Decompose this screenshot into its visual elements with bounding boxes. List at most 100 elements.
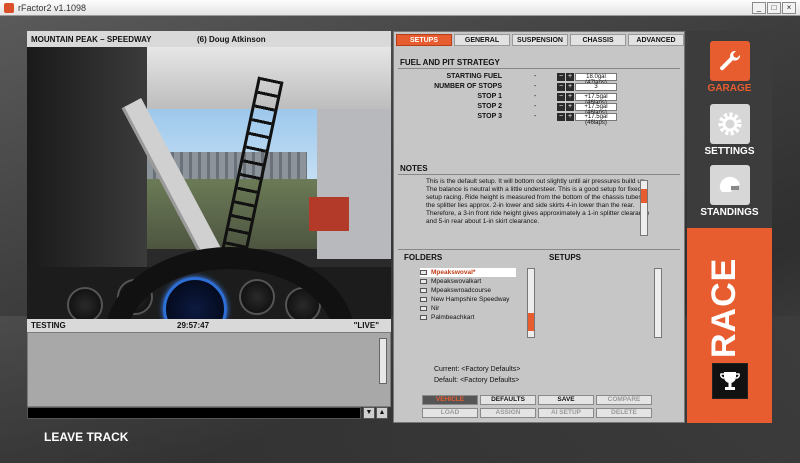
increase-button[interactable]: + — [566, 73, 574, 81]
strategy-dash: - — [534, 73, 537, 80]
folder-item[interactable]: Palmbeachkart — [420, 313, 516, 322]
strategy-dash: - — [534, 103, 537, 110]
increase-button[interactable]: + — [566, 93, 574, 101]
gear-icon — [709, 104, 750, 144]
divider — [398, 249, 680, 250]
increase-button[interactable]: + — [566, 113, 574, 121]
folders-scrollbar[interactable] — [527, 268, 535, 338]
standings-button[interactable]: STANDINGS — [687, 165, 772, 218]
strategy-row-stop-1: STOP 1 - − + +17.5gal (46laps) — [394, 93, 686, 106]
decrease-button[interactable]: − — [557, 103, 565, 111]
folders-title: FOLDERS — [404, 253, 443, 262]
cockpit-view — [27, 47, 391, 345]
folder-item[interactable]: New Hampshire Speedway — [420, 295, 516, 304]
strategy-label: NUMBER OF STOPS — [434, 83, 502, 90]
session-time: 29:57:47 — [177, 321, 210, 330]
window-controls: _ □ × — [752, 2, 796, 14]
settings-label: SETTINGS — [704, 146, 755, 157]
delete-button[interactable]: DELETE — [596, 408, 652, 418]
window-titlebar: rFactor2 v1.1098 _ □ × — [0, 0, 800, 16]
decrease-button[interactable]: − — [557, 73, 565, 81]
strategy-dash: - — [534, 113, 537, 120]
folder-item[interactable]: Mpeakswovalkart — [420, 277, 516, 286]
folder-item[interactable]: Mpeakswoval* — [420, 268, 516, 277]
strategy-row-number-of-stops: NUMBER OF STOPS - − + 3 — [394, 83, 686, 93]
tab-suspension[interactable]: SUSPENSION — [512, 34, 568, 46]
strategy-value: 3 — [575, 83, 617, 91]
default-setup: Default: <Factory Defaults> — [434, 377, 520, 384]
setups-title: SETUPS — [549, 253, 582, 262]
settings-button[interactable]: SETTINGS — [687, 104, 772, 157]
switch-panel — [309, 197, 349, 231]
strategy-row-stop-2: STOP 2 - − + +17.5gal (46laps) — [394, 103, 686, 116]
folder-item[interactable]: Mpeakswroadcourse — [420, 286, 516, 295]
camera-panel: MOUNTAIN PEAK – SPEEDWAY (6) Doug Atkins… — [27, 31, 391, 423]
app-icon — [4, 2, 14, 13]
chat-input[interactable] — [27, 407, 361, 419]
chat-scroll-up-button[interactable]: ▲ — [376, 407, 388, 419]
chat-scrollbar[interactable] — [379, 338, 387, 384]
tab-advanced[interactable]: ADVANCED — [628, 34, 684, 46]
session-bar: TESTING 29:57:47 "LIVE" — [27, 319, 391, 332]
camera-header: MOUNTAIN PEAK – SPEEDWAY (6) Doug Atkins… — [27, 31, 391, 47]
decrease-button[interactable]: − — [557, 113, 565, 121]
folder-icon — [420, 288, 427, 293]
tab-setups[interactable]: SETUPS — [396, 34, 452, 46]
decrease-button[interactable]: − — [557, 93, 565, 101]
garage-button[interactable]: GARAGE — [687, 41, 772, 94]
tab-general[interactable]: GENERAL — [454, 34, 510, 46]
strategy-row-stop-3: STOP 3 - − + +17.5gal (46laps) — [394, 113, 686, 126]
strategy-dash: - — [534, 93, 537, 100]
save-button[interactable]: SAVE — [538, 395, 594, 405]
folder-list: Mpeakswoval* Mpeakswovalkart Mpeakswroad… — [420, 268, 516, 332]
load-button[interactable]: LOAD — [422, 408, 478, 418]
maximize-button[interactable]: □ — [767, 2, 781, 14]
garage-label: GARAGE — [707, 83, 752, 94]
ai-setup-button[interactable]: AI SETUP — [538, 408, 594, 418]
strategy-row-starting-fuel: STARTING FUEL - − + 18.0gal (47laps) — [394, 73, 686, 86]
increase-button[interactable]: + — [566, 103, 574, 111]
decrease-button[interactable]: − — [557, 83, 565, 91]
strategy-title: FUEL AND PIT STRATEGY — [400, 58, 500, 67]
compare-button[interactable]: COMPARE — [596, 395, 652, 405]
close-button[interactable]: × — [782, 2, 796, 14]
notes-scrollbar[interactable] — [640, 180, 648, 236]
navigation-panel: GARAGE SETTINGS STANDINGS RACE — [687, 31, 772, 423]
divider — [398, 68, 680, 69]
vehicle-button[interactable]: VEHICLE — [422, 395, 478, 405]
strategy-label: STARTING FUEL — [446, 73, 502, 80]
strategy-label: STOP 2 — [477, 103, 502, 110]
setup-buttons: VEHICLE DEFAULTS SAVE COMPARE LOAD ASSIG… — [422, 395, 654, 418]
helmet-icon — [709, 165, 750, 205]
setup-tabs: SETUPS GENERAL SUSPENSION CHASSIS ADVANC… — [394, 32, 686, 46]
trophy-icon — [712, 363, 748, 399]
setups-scrollbar[interactable] — [654, 268, 662, 338]
tab-chassis[interactable]: CHASSIS — [570, 34, 626, 46]
strategy-value: +17.5gal (46laps) — [575, 103, 617, 116]
folder-icon — [420, 306, 427, 311]
folder-label: Nir — [431, 305, 440, 312]
folders-scroll-thumb[interactable] — [528, 313, 534, 331]
assign-button[interactable]: ASSIGN — [480, 408, 536, 418]
chat-scroll-down-button[interactable]: ▼ — [363, 407, 375, 419]
chat-log — [27, 332, 391, 407]
gauge-left — [67, 287, 103, 323]
folder-icon — [420, 297, 427, 302]
folder-item[interactable]: Nir — [420, 304, 516, 313]
folder-icon — [420, 315, 427, 320]
folder-label: Palmbeachkart — [431, 314, 475, 321]
driver-name: (6) Doug Atkinson — [197, 34, 266, 44]
standings-label: STANDINGS — [700, 207, 759, 218]
notes-scroll-thumb[interactable] — [641, 189, 647, 203]
setup-panel: SETUPS GENERAL SUSPENSION CHASSIS ADVANC… — [393, 31, 685, 423]
strategy-label: STOP 1 — [477, 93, 502, 100]
notes-text: This is the default setup. It will botto… — [426, 178, 650, 225]
defaults-button[interactable]: DEFAULTS — [480, 395, 536, 405]
race-button[interactable]: RACE — [687, 228, 772, 423]
folder-label: Mpeakswoval* — [431, 269, 476, 276]
increase-button[interactable]: + — [566, 83, 574, 91]
strategy-dash: - — [534, 83, 537, 90]
minimize-button[interactable]: _ — [752, 2, 766, 14]
strategy-label: STOP 3 — [477, 113, 502, 120]
leave-track-button[interactable]: LEAVE TRACK — [44, 430, 128, 444]
